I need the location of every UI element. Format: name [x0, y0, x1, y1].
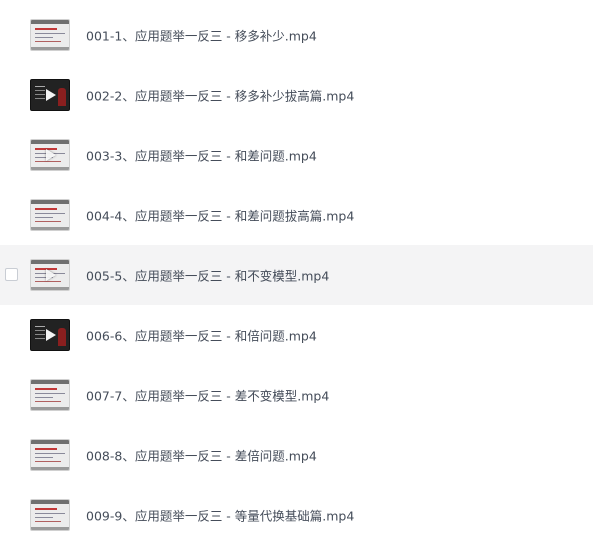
file-name[interactable]: 009-9、应用题举一反三 - 等量代换基础篇.mp4 [86, 506, 354, 525]
file-row-003[interactable]: 003-3、应用题举一反三 - 和差问题.mp4 [0, 125, 593, 185]
play-icon [46, 89, 56, 101]
file-row-006[interactable]: 006-6、应用题举一反三 - 和倍问题.mp4 [0, 305, 593, 365]
file-name[interactable]: 002-2、应用题举一反三 - 移多补少拔高篇.mp4 [86, 86, 354, 105]
video-thumbnail[interactable] [30, 319, 70, 351]
video-thumbnail[interactable] [30, 499, 70, 531]
video-thumbnail[interactable] [30, 19, 70, 51]
file-name[interactable]: 008-8、应用题举一反三 - 差倍问题.mp4 [86, 446, 317, 465]
file-row-007[interactable]: 007-7、应用题举一反三 - 差不变模型.mp4 [0, 365, 593, 425]
file-row-009[interactable]: 009-9、应用题举一反三 - 等量代换基础篇.mp4 [0, 485, 593, 545]
file-name[interactable]: 004-4、应用题举一反三 - 和差问题拔高篇.mp4 [86, 206, 354, 225]
file-list: 001-1、应用题举一反三 - 移多补少.mp4 002-2、应用题举一反三 -… [0, 5, 593, 545]
row-checkbox[interactable] [5, 268, 18, 281]
play-icon [46, 269, 56, 281]
file-row-002[interactable]: 002-2、应用题举一反三 - 移多补少拔高篇.mp4 [0, 65, 593, 125]
file-name[interactable]: 005-5、应用题举一反三 - 和不变模型.mp4 [86, 266, 329, 285]
file-name[interactable]: 003-3、应用题举一反三 - 和差问题.mp4 [86, 146, 317, 165]
video-thumbnail[interactable] [30, 379, 70, 411]
file-name[interactable]: 007-7、应用题举一反三 - 差不变模型.mp4 [86, 386, 329, 405]
file-row-001[interactable]: 001-1、应用题举一反三 - 移多补少.mp4 [0, 5, 593, 65]
video-thumbnail[interactable] [30, 259, 70, 291]
file-name[interactable]: 006-6、应用题举一反三 - 和倍问题.mp4 [86, 326, 317, 345]
video-thumbnail[interactable] [30, 79, 70, 111]
file-row-004[interactable]: 004-4、应用题举一反三 - 和差问题拔高篇.mp4 [0, 185, 593, 245]
play-icon [46, 329, 56, 341]
file-row-008[interactable]: 008-8、应用题举一反三 - 差倍问题.mp4 [0, 425, 593, 485]
file-name[interactable]: 001-1、应用题举一反三 - 移多补少.mp4 [86, 26, 317, 45]
video-thumbnail[interactable] [30, 199, 70, 231]
video-thumbnail[interactable] [30, 139, 70, 171]
play-icon [46, 149, 56, 161]
file-row-005[interactable]: 005-5、应用题举一反三 - 和不变模型.mp4 [0, 245, 593, 305]
video-thumbnail[interactable] [30, 439, 70, 471]
